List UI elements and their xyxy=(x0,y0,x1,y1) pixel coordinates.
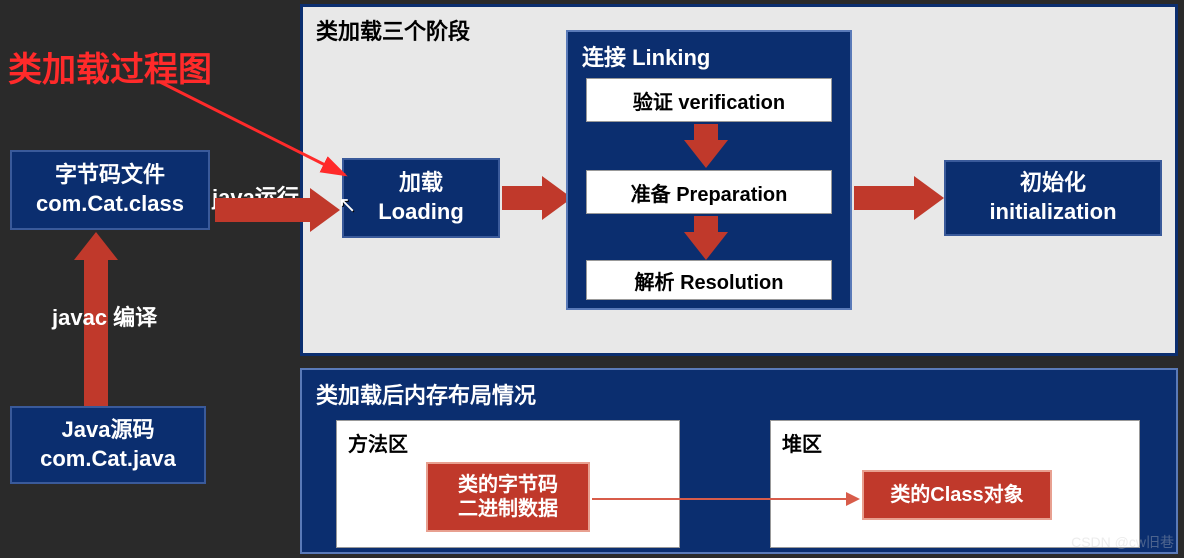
loading-line1: 加载 xyxy=(399,169,443,198)
linking-title: 连接 Linking xyxy=(582,40,710,72)
java-source-line2: com.Cat.java xyxy=(40,445,176,474)
init-line1: 初始化 xyxy=(1020,169,1086,198)
preparation-box: 准备 Preparation xyxy=(586,170,832,214)
compile-label: javac 编译 xyxy=(52,300,157,332)
class-object-box: 类的Class对象 xyxy=(862,470,1052,520)
loading-box: 加载 Loading xyxy=(342,158,500,238)
resolution-label: 解析 Resolution xyxy=(635,266,784,295)
verification-label: 验证 verification xyxy=(633,86,785,115)
class-object-label: 类的Class对象 xyxy=(890,483,1023,507)
bytecode-file-box: 字节码文件 com.Cat.class xyxy=(10,150,210,230)
java-source-line1: Java源码 xyxy=(62,416,155,445)
stages-panel-title: 类加载三个阶段 xyxy=(316,14,470,46)
bytecode-line2: com.Cat.class xyxy=(36,190,184,219)
resolution-box: 解析 Resolution xyxy=(586,260,832,300)
verification-box: 验证 verification xyxy=(586,78,832,122)
loading-line2: Loading xyxy=(378,198,464,227)
memory-panel-title: 类加载后内存布局情况 xyxy=(316,378,536,410)
bytecode-data-line1: 类的字节码 xyxy=(458,473,558,497)
init-line2: initialization xyxy=(989,198,1116,227)
diagram-title: 类加载过程图 xyxy=(8,42,212,91)
cursor-icon: ↖ xyxy=(338,192,356,218)
heap-area-label: 堆区 xyxy=(782,428,822,457)
arrow-bytecode-to-classobj xyxy=(592,498,858,500)
bytecode-data-line2: 二进制数据 xyxy=(458,497,558,521)
bytecode-line1: 字节码文件 xyxy=(55,161,165,190)
watermark: CSDN @cw旧巷 xyxy=(1071,532,1174,552)
preparation-label: 准备 Preparation xyxy=(631,178,788,207)
method-area-label: 方法区 xyxy=(348,428,408,457)
java-source-box: Java源码 com.Cat.java xyxy=(10,406,206,484)
bytecode-data-box: 类的字节码 二进制数据 xyxy=(426,462,590,532)
initialization-box: 初始化 initialization xyxy=(944,160,1162,236)
